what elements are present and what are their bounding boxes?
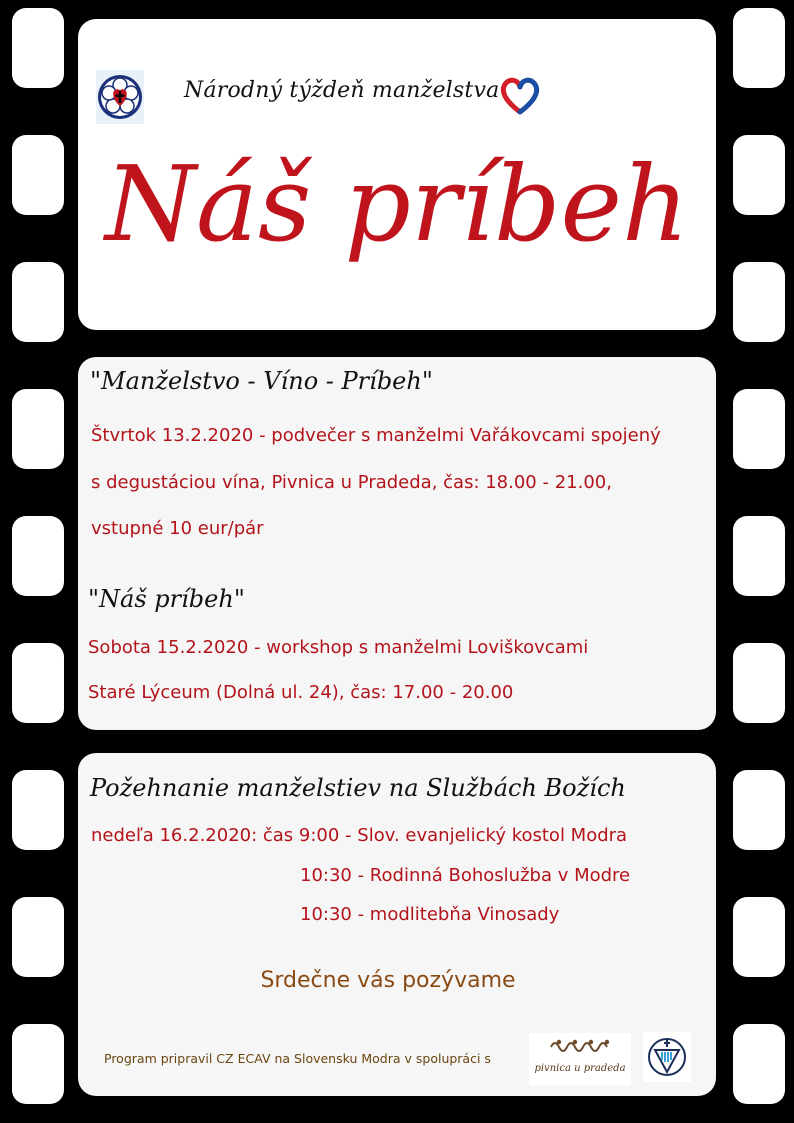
film-hole-right-5 bbox=[733, 516, 785, 596]
film-hole-right-2 bbox=[733, 135, 785, 215]
section2-line-1: Sobota 15.2.2020 - workshop s manželmi L… bbox=[88, 637, 589, 658]
section3-title: Požehnanie manželstiev na Službách Božíc… bbox=[90, 774, 626, 802]
film-hole-left-1 bbox=[12, 8, 64, 88]
section1-line-3: vstupné 10 eur/pár bbox=[91, 518, 264, 539]
heart-logo-icon bbox=[496, 74, 544, 118]
section2-title: "Náš príbeh" bbox=[88, 585, 245, 613]
section1-title: "Manželstvo - Víno - Príbeh" bbox=[90, 367, 433, 395]
header-row: Národný týždeň manželstva bbox=[96, 70, 646, 126]
section3-line-2: 10:30 - Rodinná Bohoslužba v Modre bbox=[300, 865, 631, 886]
main-title: Náš príbeh bbox=[104, 143, 690, 265]
film-hole-left-2 bbox=[12, 135, 64, 215]
film-hole-right-9 bbox=[733, 1024, 785, 1104]
film-hole-left-6 bbox=[12, 643, 64, 723]
film-hole-right-7 bbox=[733, 770, 785, 850]
film-frame-events bbox=[78, 357, 716, 730]
section3-line-3: 10:30 - modlitebňa Vinosady bbox=[300, 904, 560, 925]
pivnica-logo-icon: pivnica u pradeda bbox=[529, 1033, 631, 1085]
pivnica-logo-text: pivnica u pradeda bbox=[534, 1063, 626, 1074]
section2-line-2: Staré Lýceum (Dolná ul. 24), čas: 17.00 … bbox=[88, 682, 514, 703]
film-hole-right-6 bbox=[733, 643, 785, 723]
ecav-logo-icon bbox=[643, 1032, 691, 1082]
film-hole-right-3 bbox=[733, 262, 785, 342]
footer-note: Program pripravil CZ ECAV na Slovensku M… bbox=[104, 1051, 491, 1066]
film-hole-right-4 bbox=[733, 389, 785, 469]
film-hole-left-7 bbox=[12, 770, 64, 850]
film-hole-right-1 bbox=[733, 8, 785, 88]
film-hole-left-4 bbox=[12, 389, 64, 469]
film-hole-left-8 bbox=[12, 897, 64, 977]
header-title: Národný týždeň manželstva bbox=[184, 78, 500, 103]
film-hole-right-8 bbox=[733, 897, 785, 977]
luther-rose-icon bbox=[96, 70, 144, 124]
film-hole-left-9 bbox=[12, 1024, 64, 1104]
section3-line-1: nedeľa 16.2.2020: čas 9:00 - Slov. evanj… bbox=[91, 825, 628, 846]
film-hole-left-3 bbox=[12, 262, 64, 342]
section1-line-2: s degustáciou vína, Pivnica u Pradeda, č… bbox=[91, 472, 612, 493]
film-hole-left-5 bbox=[12, 516, 64, 596]
section1-line-1: Štvrtok 13.2.2020 - podvečer s manželmi … bbox=[91, 425, 661, 446]
invite-text: Srdečne vás pozývame bbox=[260, 968, 516, 993]
